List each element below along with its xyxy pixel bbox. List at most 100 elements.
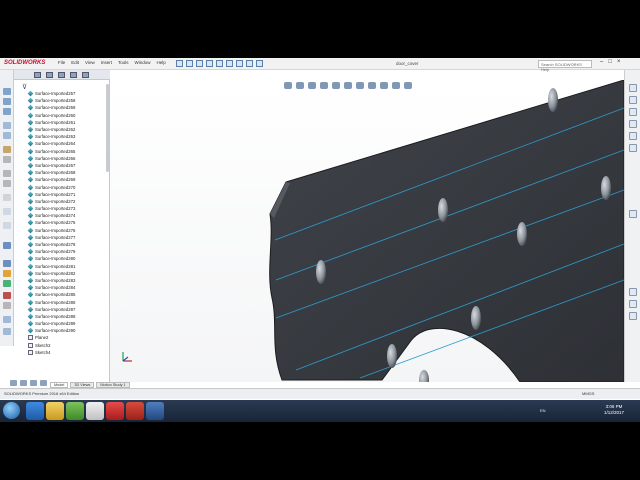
menu-tools[interactable]: Tools (118, 60, 129, 65)
zoom-to-area-icon[interactable] (296, 82, 304, 89)
tree-item[interactable]: Surface-Imported272 (27, 198, 110, 205)
view-palette-icon[interactable] (629, 120, 637, 128)
pan-view-icon[interactable] (20, 380, 27, 386)
pattern-icon[interactable] (3, 156, 11, 163)
menu-view[interactable]: View (85, 60, 95, 65)
file-explorer-icon[interactable] (629, 108, 637, 116)
tree-scrollbar[interactable] (106, 84, 109, 172)
media-player-icon[interactable] (66, 402, 84, 420)
tree-item[interactable]: Surface-Imported287 (27, 306, 110, 313)
design-library-icon[interactable] (629, 96, 637, 104)
pdf-reader-icon[interactable] (126, 402, 144, 420)
tree-item[interactable]: Surface-Imported283 (27, 277, 110, 284)
unit-system[interactable]: MMGS (582, 391, 594, 396)
view-settings-icon[interactable] (392, 82, 400, 89)
fillet-icon[interactable] (3, 146, 11, 153)
tree-item[interactable]: Surface-Imported259 (27, 104, 110, 111)
tree-item[interactable]: Surface-Imported286 (27, 298, 110, 305)
tree-item[interactable]: Surface-Imported284 (27, 284, 110, 291)
tree-item[interactable]: Surface-Imported273 (27, 205, 110, 212)
simulation-icon[interactable] (629, 312, 637, 320)
section-view-icon[interactable] (320, 82, 328, 89)
tree-item[interactable]: Surface-Imported271 (27, 191, 110, 198)
zoom-to-fit-icon[interactable] (284, 82, 292, 89)
appearances-icon[interactable] (629, 132, 637, 140)
recorder-icon[interactable] (146, 402, 164, 420)
display-manager-tab-icon[interactable] (82, 72, 89, 78)
tree-item[interactable]: Surface-Imported260 (27, 112, 110, 119)
tree-item[interactable]: Surface-Imported274 (27, 212, 110, 219)
draft-icon[interactable] (3, 180, 11, 187)
tree-item[interactable]: Surface-Imported265 (27, 148, 110, 155)
model-viewport[interactable] (110, 80, 624, 382)
clock[interactable]: 3:06 PM 1/12/2017 (604, 404, 624, 416)
swept-boss-icon[interactable] (3, 108, 11, 115)
apply-scene-icon[interactable] (380, 82, 388, 89)
menu-help[interactable]: Help (157, 60, 166, 65)
custom-properties-icon[interactable] (629, 144, 637, 152)
tree-item[interactable]: Surface-Imported282 (27, 270, 110, 277)
extruded-cut-icon[interactable] (3, 122, 11, 129)
tree-item[interactable]: Surface-Imported276 (27, 227, 110, 234)
sheet-metal-icon[interactable] (3, 328, 11, 335)
hide-show-items-icon[interactable] (356, 82, 364, 89)
dimxpert-icon[interactable] (3, 302, 11, 309)
tree-item[interactable]: Surface-Imported258 (27, 97, 110, 104)
display-monitor-icon[interactable] (404, 82, 412, 89)
tree-item[interactable]: Surface-Imported279 (27, 248, 110, 255)
property-manager-tab-icon[interactable] (46, 72, 53, 78)
revolved-boss-icon[interactable] (3, 98, 11, 105)
maximize-button[interactable]: □ (608, 59, 612, 65)
forum-icon[interactable] (629, 210, 637, 218)
filter-icon[interactable]: ⊽ (22, 83, 27, 91)
tree-item[interactable]: Surface-Imported268 (27, 169, 110, 176)
rebuild-icon[interactable] (236, 60, 243, 67)
tree-item[interactable]: Surface-Imported263 (27, 133, 110, 140)
previous-view-icon[interactable] (308, 82, 316, 89)
dimxpert-tab-icon[interactable] (70, 72, 77, 78)
tree-item[interactable]: Surface-Imported290 (27, 327, 110, 334)
tree-item[interactable]: Surface-Imported280 (27, 255, 110, 262)
help-search-input[interactable]: Search SOLIDWORKS Help (538, 60, 592, 72)
rotate-view-icon[interactable] (10, 380, 17, 386)
close-button[interactable]: × (617, 59, 621, 65)
tree-item[interactable]: Surface-Imported264 (27, 140, 110, 147)
view-orientation-icon[interactable] (332, 82, 340, 89)
start-button[interactable] (3, 402, 20, 419)
menu-insert[interactable]: Insert (101, 60, 112, 65)
tree-item[interactable]: Surface-Imported266 (27, 155, 110, 162)
save-icon[interactable] (196, 60, 203, 67)
tree-item[interactable]: Plane2 (28, 334, 110, 341)
menu-edit[interactable]: Edit (71, 60, 79, 65)
file-explorer-icon[interactable] (46, 402, 64, 420)
menu-window[interactable]: Window (135, 60, 151, 65)
sketch-tab-icon[interactable] (3, 242, 11, 249)
new-document-icon[interactable] (176, 60, 183, 67)
menu-file[interactable]: File (58, 60, 65, 65)
evaluate-icon[interactable] (3, 292, 11, 299)
tree-scroll-icon[interactable] (40, 380, 47, 386)
extruded-boss-icon[interactable] (3, 88, 11, 95)
system-tray-language[interactable]: EN (540, 408, 546, 413)
tree-item[interactable]: Surface-Imported277 (27, 234, 110, 241)
zoom-view-icon[interactable] (30, 380, 37, 386)
tree-item[interactable]: Surface-Imported275 (27, 219, 110, 226)
internet-explorer-icon[interactable] (26, 402, 44, 420)
tree-item[interactable]: Surface-Imported262 (27, 126, 110, 133)
solidworks-resources-icon[interactable] (629, 84, 637, 92)
tree-item[interactable]: Surface-Imported257 (27, 90, 110, 97)
tree-item[interactable]: Surface-Imported289 (27, 320, 110, 327)
line-tool-icon[interactable] (3, 270, 11, 277)
weldments-icon[interactable] (3, 316, 11, 323)
toolbox-icon[interactable] (629, 288, 637, 296)
graphics-area[interactable] (110, 80, 624, 382)
chrome-icon[interactable] (86, 402, 104, 420)
tree-item[interactable]: Surface-Imported278 (27, 241, 110, 248)
tree-item[interactable]: Surface-Imported269 (27, 176, 110, 183)
tree-item[interactable]: Sketch2 (28, 342, 110, 349)
tree-item[interactable]: Sketch4 (28, 349, 110, 356)
tree-item[interactable]: Surface-Imported261 (27, 119, 110, 126)
undo-icon[interactable] (216, 60, 223, 67)
edit-appearance-icon[interactable] (368, 82, 376, 89)
tree-item[interactable]: Surface-Imported267 (27, 162, 110, 169)
